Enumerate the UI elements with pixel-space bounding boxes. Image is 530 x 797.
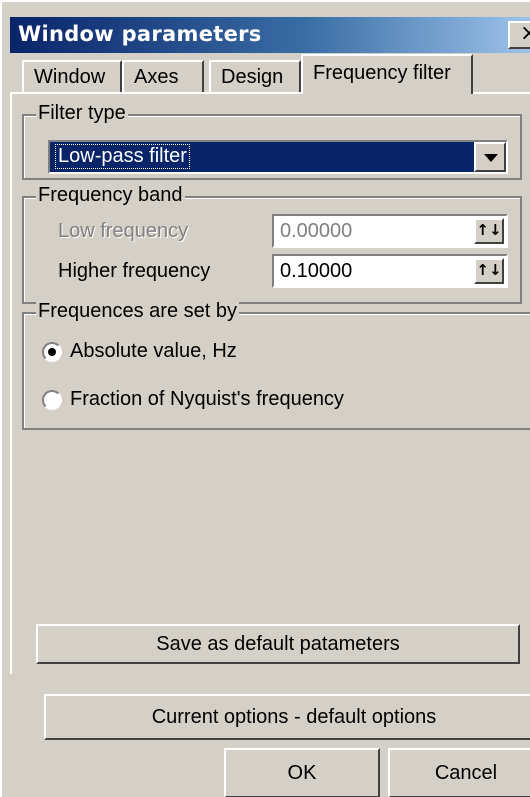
radio-button[interactable] — [42, 390, 62, 410]
tab-design[interactable]: Design — [209, 60, 301, 94]
higher-frequency-label: Higher frequency — [58, 260, 211, 282]
window-parameters-dialog: Window parameters × Window Axes Design F… — [0, 0, 530, 797]
low-frequency-field[interactable]: 0.00000 ↑↓ — [272, 214, 508, 248]
radio-absolute-value-label: Absolute value, Hz — [70, 340, 237, 362]
filter-type-select[interactable]: Low-pass filter — [48, 140, 508, 174]
title-bar[interactable]: Window parameters × — [10, 17, 530, 53]
tab-frequency-filter[interactable]: Frequency filter — [301, 54, 473, 94]
tab-page-frequency-filter: Filter type Low-pass filter Frequency ba… — [10, 92, 530, 674]
radio-button-checked[interactable] — [42, 342, 62, 362]
frequency-band-legend: Frequency band — [36, 184, 185, 207]
current-default-options-button[interactable]: Current options - default options — [44, 694, 530, 740]
cancel-button[interactable]: Cancel — [388, 748, 530, 797]
dropdown-button[interactable] — [474, 142, 506, 172]
window-title: Window parameters — [18, 22, 262, 46]
higher-frequency-value: 0.10000 — [280, 260, 353, 282]
close-icon: × — [520, 21, 530, 46]
filter-type-group: Filter type Low-pass filter — [22, 102, 522, 180]
low-frequency-value: 0.00000 — [280, 220, 353, 242]
tab-axes[interactable]: Axes — [122, 60, 204, 94]
spin-updown-icon[interactable]: ↑↓ — [474, 218, 504, 244]
filter-type-value: Low-pass filter — [55, 144, 190, 169]
ok-button[interactable]: OK — [224, 748, 380, 797]
frequency-band-group: Frequency band Low frequency 0.00000 ↑↓ … — [22, 184, 522, 304]
spin-updown-icon[interactable]: ↑↓ — [474, 258, 504, 284]
close-button[interactable]: × — [508, 21, 530, 49]
radio-fraction-nyquist-label: Fraction of Nyquist's frequency — [70, 388, 344, 410]
frequences-set-by-legend: Frequences are set by — [36, 300, 239, 323]
higher-frequency-field[interactable]: 0.10000 ↑↓ — [272, 254, 508, 288]
tab-window[interactable]: Window — [22, 60, 122, 94]
chevron-down-icon — [484, 154, 498, 162]
low-frequency-label: Low frequency — [58, 220, 189, 242]
save-default-button[interactable]: Save as default patameters — [36, 624, 520, 664]
frequences-set-by-group: Frequences are set by Absolute value, Hz… — [22, 300, 530, 430]
filter-type-legend: Filter type — [36, 102, 128, 125]
